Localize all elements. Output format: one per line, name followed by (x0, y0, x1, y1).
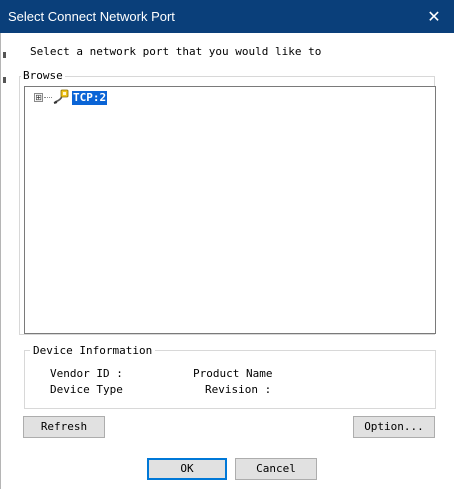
window-title: Select Connect Network Port (8, 9, 175, 24)
edge-tick-mark (3, 77, 6, 83)
vendor-id-label: Vendor ID : (50, 367, 123, 380)
port-tree-view[interactable] (24, 86, 436, 334)
device-type-label: Device Type (50, 383, 123, 396)
option-button[interactable]: Option... (353, 416, 435, 438)
close-icon[interactable]: ✕ (414, 0, 454, 33)
network-port-icon (53, 89, 69, 104)
select-network-port-dialog: Select Connect Network Port ✕ Select a n… (0, 0, 454, 489)
ok-button[interactable]: OK (147, 458, 227, 480)
window-left-border (0, 33, 1, 489)
instruction-text: Select a network port that you would lik… (30, 45, 322, 58)
revision-label: Revision : (205, 383, 272, 396)
tree-connector-line (44, 97, 52, 98)
edge-tick-mark (3, 52, 6, 58)
device-information-caption: Device Information (30, 344, 156, 357)
cancel-button[interactable]: Cancel (235, 458, 317, 480)
title-bar[interactable]: Select Connect Network Port ✕ (0, 0, 454, 33)
browse-caption: Browse (21, 69, 65, 82)
product-name-label: Product Name (193, 367, 273, 380)
tree-item-tcp-2[interactable]: TCP:2 (72, 91, 108, 105)
tree-expand-icon[interactable]: ⊞ (34, 93, 43, 102)
refresh-button[interactable]: Refresh (23, 416, 105, 438)
